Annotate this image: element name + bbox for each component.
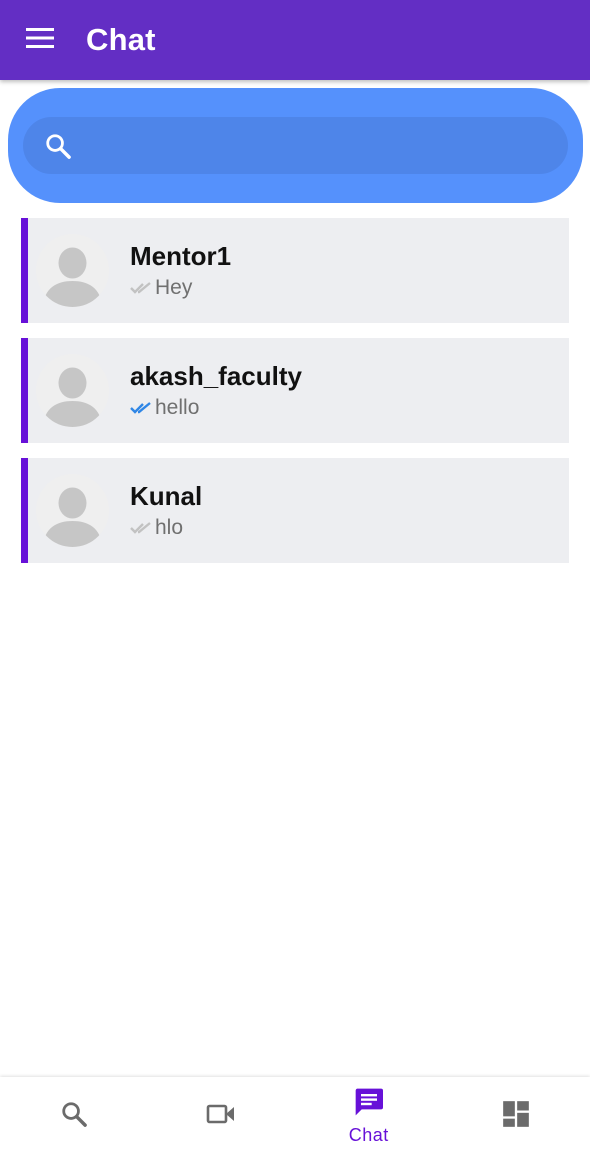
nav-video[interactable] bbox=[148, 1077, 296, 1155]
chat-accent-bar bbox=[21, 218, 28, 323]
last-message: hello bbox=[155, 396, 200, 419]
chat-list-item[interactable]: Mentor1 Hey bbox=[21, 218, 569, 323]
chat-name: Mentor1 bbox=[130, 241, 232, 271]
double-check-icon bbox=[130, 281, 152, 295]
chat-accent-bar bbox=[21, 338, 28, 443]
default-avatar-icon bbox=[36, 234, 109, 307]
menu-button[interactable] bbox=[10, 0, 70, 80]
chat-list: Mentor1 Hey akash_faculty hello Kunal hl… bbox=[21, 218, 569, 578]
search-bar bbox=[8, 88, 583, 203]
double-check-icon bbox=[130, 521, 152, 535]
chat-screen: Chat Mentor1 Hey akash_faculty hello Kun… bbox=[0, 0, 590, 1155]
default-avatar-icon bbox=[36, 474, 109, 547]
default-avatar-icon bbox=[36, 354, 109, 427]
dashboard-icon bbox=[502, 1100, 530, 1133]
chat-name: Kunal bbox=[130, 481, 203, 511]
avatar bbox=[36, 354, 109, 427]
nav-search[interactable] bbox=[0, 1077, 148, 1155]
last-message: hlo bbox=[155, 516, 184, 539]
chat-accent-bar bbox=[21, 458, 28, 563]
chat-list-item[interactable]: akash_faculty hello bbox=[21, 338, 569, 443]
nav-dashboard[interactable] bbox=[443, 1077, 590, 1155]
app-bar: Chat bbox=[0, 0, 590, 80]
avatar bbox=[36, 474, 109, 547]
nav-chat-label: Chat bbox=[348, 1125, 389, 1145]
chat-name: akash_faculty bbox=[130, 361, 302, 391]
video-camera-icon bbox=[206, 1103, 236, 1130]
chat-list-item[interactable]: Kunal hlo bbox=[21, 458, 569, 563]
page-title: Chat bbox=[86, 22, 156, 57]
menu-icon bbox=[25, 27, 55, 54]
last-message: Hey bbox=[155, 276, 193, 299]
search-icon[interactable] bbox=[43, 131, 73, 161]
nav-chat[interactable]: Chat bbox=[295, 1077, 443, 1155]
chat-icon bbox=[353, 1086, 385, 1123]
avatar bbox=[36, 234, 109, 307]
search-icon bbox=[60, 1100, 88, 1133]
bottom-navigation: Chat bbox=[0, 1077, 590, 1155]
double-check-icon bbox=[130, 401, 152, 415]
search-field[interactable] bbox=[23, 117, 568, 174]
search-input[interactable] bbox=[73, 117, 568, 174]
